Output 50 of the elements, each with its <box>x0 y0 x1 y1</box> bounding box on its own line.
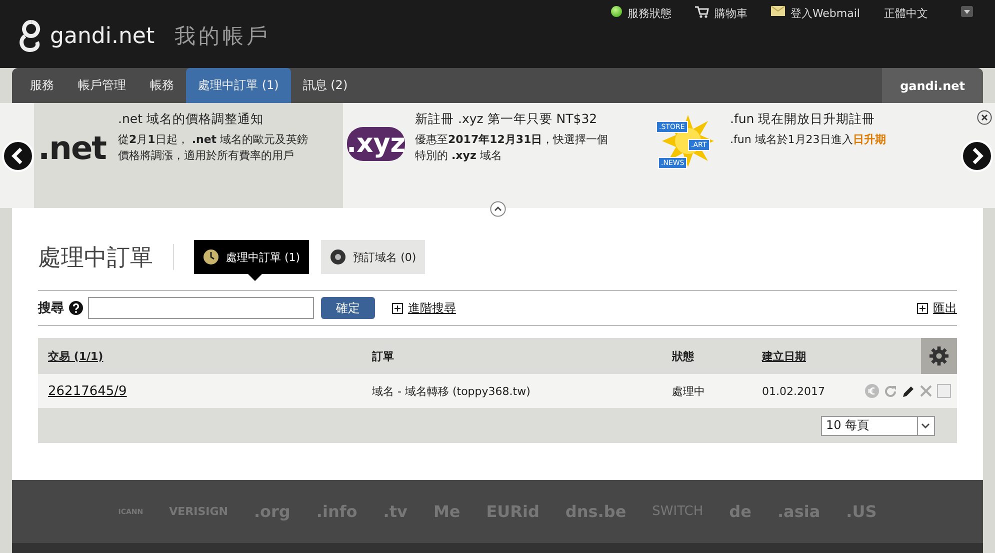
nav-tab[interactable]: 處理中訂單 (1) <box>186 68 291 103</box>
column-header[interactable]: 訂單 <box>362 348 662 364</box>
clock-icon <box>203 249 219 265</box>
row-checkbox[interactable] <box>937 384 951 398</box>
brand-tab[interactable]: gandi.net <box>882 68 983 103</box>
promo-title: .fun 現在開放日升期註冊 <box>730 111 876 128</box>
column-header[interactable]: 建立日期 <box>752 348 844 364</box>
promo-text: .fun 域名於1月23日進入日升期 <box>730 132 887 148</box>
table-cell-text: 01.02.2017 <box>761 384 826 398</box>
column-header[interactable]: 狀態 <box>662 348 752 364</box>
promo-title: 新註冊 .xyz 第一年只要 NT$32 <box>415 111 598 128</box>
nav-tab[interactable]: 服務 <box>18 68 66 103</box>
dropdown-icon <box>961 6 973 17</box>
table-cell-text: 域名 - 域名轉移 (toppy368.tw) <box>371 384 532 398</box>
status-icon <box>611 6 622 17</box>
site-logo[interactable]: gandi.net <box>50 24 155 48</box>
header-link[interactable]: 服務狀態 <box>611 6 672 20</box>
envelope-icon <box>771 6 786 16</box>
transaction-link[interactable]: 26217645/9 <box>38 384 362 398</box>
nav-tab[interactable]: 帳戶管理 <box>66 68 138 103</box>
search-field[interactable] <box>88 297 314 319</box>
disc-icon <box>330 249 346 265</box>
net-logo: .net <box>38 128 108 169</box>
confirm-button[interactable]: 確定 <box>321 297 375 319</box>
column-header[interactable]: 交易 (1/1) <box>38 348 362 364</box>
promo-title: .net 域名的價格調整通知 <box>118 111 264 128</box>
nav-tab[interactable]: 帳務 <box>138 68 186 103</box>
search-label: 搜尋 <box>38 300 64 317</box>
settings-icon[interactable] <box>929 346 949 366</box>
help-icon[interactable] <box>69 301 83 315</box>
header-link[interactable]: 正體中文 <box>884 6 973 20</box>
table-cell-text: 處理中 <box>671 384 706 398</box>
plus-icon <box>392 302 403 314</box>
header-link[interactable]: 登入Webmail <box>771 6 860 20</box>
plus-icon <box>917 302 928 314</box>
export-link[interactable]: 匯出 <box>933 300 957 316</box>
collapse-icon[interactable] <box>490 201 506 217</box>
xyz-logo: .xyz <box>347 127 405 161</box>
page-subtitle: 我的帳戶 <box>174 23 271 50</box>
cart-icon <box>695 6 710 18</box>
promo-slide[interactable]: .xyz 新註冊 .xyz 第一年只要 NT$32 優惠至2017年12月31日，快選擇一個特別的 .xyz 域名 <box>343 103 652 208</box>
header-link[interactable]: 購物車 <box>695 6 748 20</box>
page-size-select[interactable]: 10 每頁 <box>821 416 935 436</box>
pencil-icon[interactable] <box>902 384 915 398</box>
sub-tab[interactable]: 預訂域名 (0) <box>321 240 426 274</box>
close-icon[interactable] <box>977 110 992 125</box>
advanced-search-link[interactable]: 進階搜尋 <box>408 300 456 316</box>
page-title: 處理中訂單 <box>38 244 153 272</box>
promo-text: 優惠至2017年12月31日，快選擇一個特別的 .xyz 域名 <box>415 132 610 164</box>
nav-tab[interactable]: 訊息 (2) <box>290 68 360 103</box>
